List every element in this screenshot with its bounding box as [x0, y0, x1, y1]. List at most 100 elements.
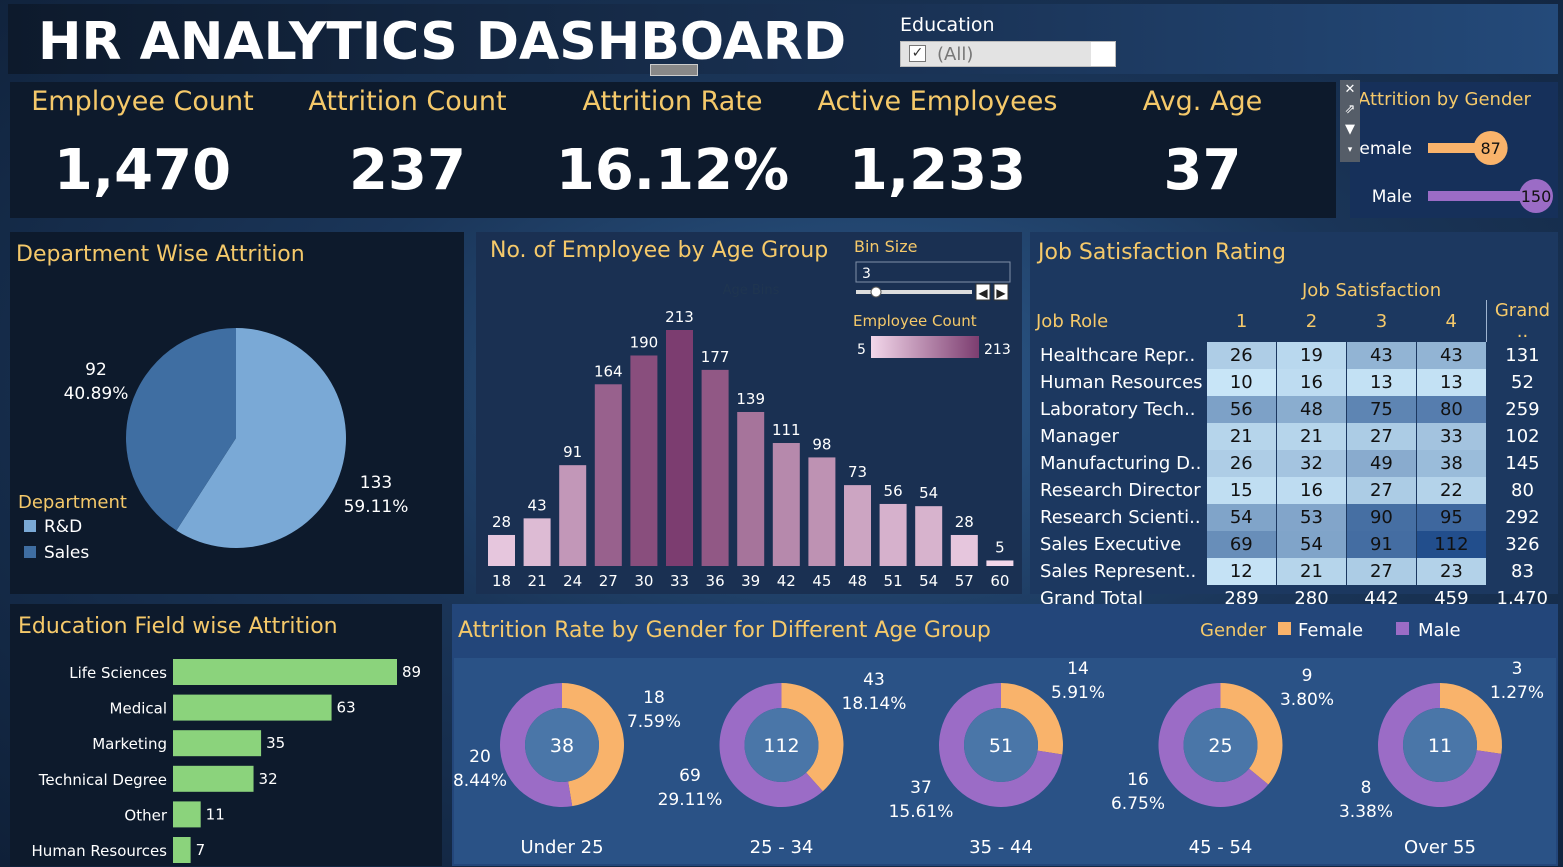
heatmap-cell[interactable]: 90 [1346, 504, 1417, 531]
heatmap-cell[interactable]: 21 [1276, 558, 1347, 585]
popout-icon[interactable]: ⇗ [1340, 100, 1360, 120]
education-filter-dropdown[interactable]: ✓ (All) [900, 41, 1116, 67]
bar[interactable] [594, 384, 622, 566]
heatmap-cell[interactable]: 15 [1206, 477, 1278, 504]
bar[interactable] [173, 730, 262, 757]
donut-total-label: 25 [1208, 735, 1232, 757]
heatmap-cell[interactable]: 48 [1276, 396, 1347, 423]
heatmap-cell[interactable]: 95 [1416, 504, 1487, 531]
heatmap-cell[interactable]: 54 [1206, 504, 1278, 531]
dashboard-title: HR ANALYTICS DASHBOARD [38, 12, 847, 72]
kpi-employee-count: Employee Count 1,470 [10, 82, 275, 218]
heatmap-cell[interactable]: 33 [1416, 423, 1487, 450]
table-row[interactable]: Research Director 15 16 27 22 80 [1036, 477, 1558, 504]
heatmap-cell[interactable]: 69 [1206, 531, 1278, 558]
bar[interactable] [173, 659, 397, 685]
bar[interactable] [173, 837, 191, 863]
data-label: 11 [206, 805, 225, 823]
male-percent-label: 3.38% [1339, 802, 1393, 822]
heatmap-cell[interactable]: 27 [1346, 558, 1417, 585]
bin-size-input[interactable] [855, 261, 1011, 283]
bar[interactable] [737, 411, 765, 566]
heatmap-cell[interactable]: 49 [1346, 450, 1417, 477]
kpi-label: Active Employees [817, 86, 1058, 117]
dropdown-arrow-icon[interactable] [1091, 42, 1115, 66]
heatmap-cell[interactable]: 75 [1346, 396, 1417, 423]
data-label: 7 [196, 841, 206, 859]
female-value-label: 14 [1067, 659, 1089, 679]
heatmap-cell[interactable]: 21 [1276, 423, 1347, 450]
legend-label: Sales [44, 543, 89, 563]
heatmap-cell[interactable]: 38 [1416, 450, 1487, 477]
heatmap-cell[interactable]: 21 [1206, 423, 1278, 450]
bar[interactable] [915, 506, 943, 566]
bar[interactable] [950, 534, 978, 566]
heatmap-cell[interactable]: 26 [1206, 342, 1278, 369]
male-value-label: 16 [1127, 770, 1149, 790]
heatmap-cell[interactable]: 23 [1416, 558, 1487, 585]
kpi-value: 37 [1163, 138, 1242, 203]
slice-percent-label: 59.11% [344, 497, 409, 517]
male-percent-label: 8.44% [453, 771, 507, 791]
heatmap-cell[interactable]: 22 [1416, 477, 1487, 504]
y-tick-label: Marketing [92, 735, 167, 753]
table-row[interactable]: Research Scienti.. 54 53 90 95 292 [1036, 504, 1558, 531]
table-row[interactable]: Healthcare Repr.. 26 19 43 43 131 [1036, 342, 1558, 369]
table-row[interactable]: Manager 21 21 27 33 102 [1036, 423, 1558, 450]
heatmap-cell[interactable]: 80 [1416, 396, 1487, 423]
heatmap-cell[interactable]: 91 [1346, 531, 1417, 558]
heatmap-cell[interactable]: 13 [1416, 369, 1487, 396]
heatmap-cell[interactable]: 56 [1206, 396, 1278, 423]
age-group-label: Over 55 [1404, 837, 1476, 858]
more-options-icon[interactable]: ▾ [1340, 140, 1360, 160]
bin-size-slider-handle[interactable] [870, 286, 882, 298]
heatmap-cell[interactable]: 26 [1206, 450, 1278, 477]
bar[interactable] [630, 355, 658, 566]
heatmap-cell[interactable]: 27 [1346, 477, 1417, 504]
heatmap-cell[interactable]: 43 [1346, 342, 1417, 369]
heatmap-cell[interactable]: 32 [1276, 450, 1347, 477]
heatmap-cell[interactable]: 112 [1416, 531, 1487, 558]
bar[interactable] [173, 765, 254, 792]
filter-icon[interactable]: ▼ [1340, 120, 1360, 140]
bar[interactable] [173, 694, 332, 721]
heatmap-cell[interactable]: 12 [1206, 558, 1278, 585]
bar[interactable] [986, 560, 1014, 566]
kpi-attrition-rate: Attrition Rate 16.12% [540, 82, 805, 218]
data-label: 35 [266, 734, 285, 752]
checkbox-checked-icon[interactable]: ✓ [909, 45, 926, 62]
heatmap-cell[interactable]: 10 [1206, 369, 1278, 396]
heatmap-cell[interactable]: 16 [1276, 369, 1347, 396]
heatmap-cell[interactable]: 54 [1276, 531, 1347, 558]
table-row[interactable]: Sales Represent.. 12 21 27 23 83 [1036, 558, 1558, 585]
chevron-left-icon: ◀ [978, 286, 988, 300]
heatmap-cell[interactable]: 16 [1276, 477, 1347, 504]
heatmap-cell[interactable]: 53 [1276, 504, 1347, 531]
bar[interactable] [879, 503, 907, 566]
bar[interactable] [523, 518, 551, 566]
table-row[interactable]: Manufacturing D.. 26 32 49 38 145 [1036, 450, 1558, 477]
table-row[interactable]: Laboratory Tech.. 56 48 75 80 259 [1036, 396, 1558, 423]
row-total: 52 [1511, 372, 1534, 393]
bar[interactable] [844, 485, 871, 566]
bin-size-value: 3 [862, 266, 871, 282]
heatmap-cell[interactable]: 43 [1416, 342, 1487, 369]
row-label: Manufacturing D.. [1040, 453, 1202, 474]
table-row[interactable]: Sales Executive 69 54 91 112 326 [1036, 531, 1558, 558]
bar[interactable] [772, 443, 800, 566]
age-group-bar-chart: Age Bins Bin Size 3 ◀ ▶ Employee Count 5… [488, 237, 1014, 590]
table-row[interactable]: Human Resources 10 16 13 13 52 [1036, 369, 1558, 396]
bar[interactable] [559, 465, 587, 566]
bar[interactable] [666, 330, 693, 566]
row-total: 131 [1505, 345, 1540, 366]
bar[interactable] [173, 801, 201, 828]
heatmap-cell[interactable]: 19 [1276, 342, 1347, 369]
heatmap-cell[interactable]: 27 [1346, 423, 1417, 450]
bar[interactable] [808, 457, 836, 566]
y-tick-label: Technical Degree [38, 771, 167, 789]
close-icon[interactable]: ✕ [1340, 80, 1360, 100]
heatmap-cell[interactable]: 13 [1346, 369, 1417, 396]
bar[interactable] [488, 534, 515, 566]
resize-grip-icon[interactable] [650, 64, 698, 76]
bar[interactable] [701, 369, 729, 566]
